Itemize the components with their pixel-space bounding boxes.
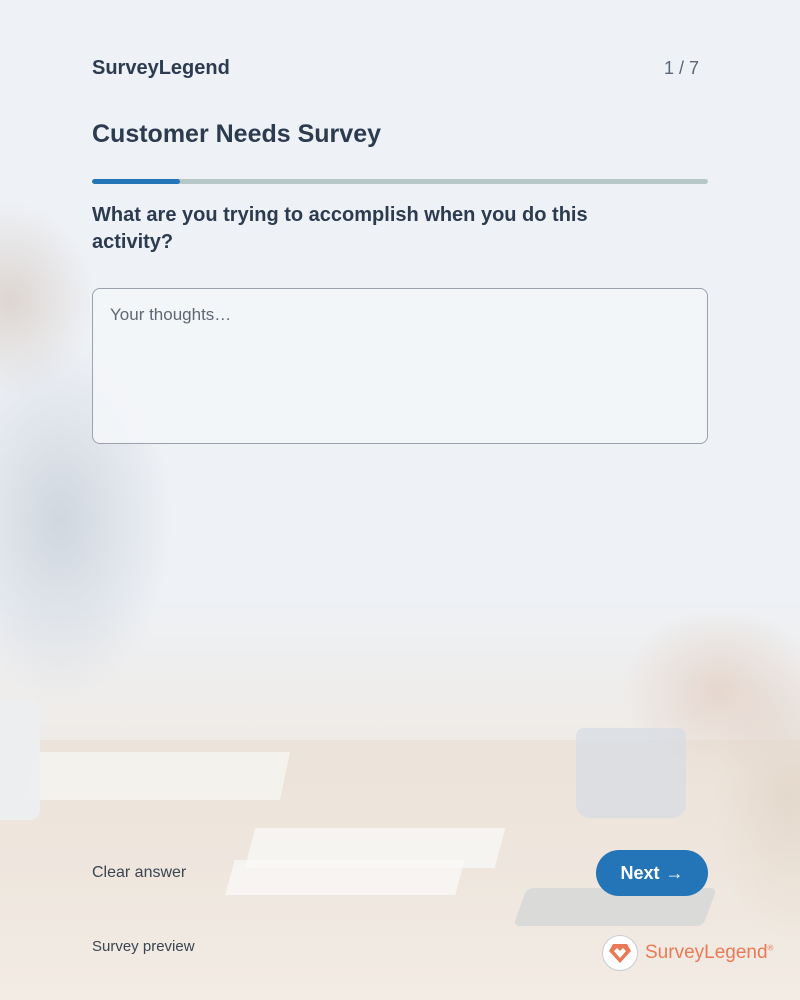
surveylegend-heart-logo-icon xyxy=(602,935,638,971)
survey-page: SurveyLegend 1 / 7 Customer Needs Survey… xyxy=(0,0,800,1000)
page-counter: 1 / 7 xyxy=(663,58,699,78)
arrow-right-icon: → xyxy=(665,862,684,883)
question-text: What are you trying to accomplish when y… xyxy=(92,204,588,253)
logo-wordmark: SurveyLegend® xyxy=(645,942,773,964)
progress-bar xyxy=(92,179,708,184)
survey-title: Customer Needs Survey xyxy=(92,120,382,148)
logo-name: SurveyLegend xyxy=(645,942,768,963)
progress-fill xyxy=(92,179,180,184)
next-button-label: Next xyxy=(620,862,660,883)
clear-answer-link[interactable]: Clear answer xyxy=(92,864,186,882)
brand-name: SurveyLegend xyxy=(92,57,230,79)
answer-textarea[interactable] xyxy=(92,288,708,444)
survey-preview-label: Survey preview xyxy=(92,938,195,955)
surveylegend-logo[interactable]: SurveyLegend® xyxy=(602,934,773,972)
registered-mark: ® xyxy=(767,943,774,953)
next-button[interactable]: Next → xyxy=(596,850,708,896)
